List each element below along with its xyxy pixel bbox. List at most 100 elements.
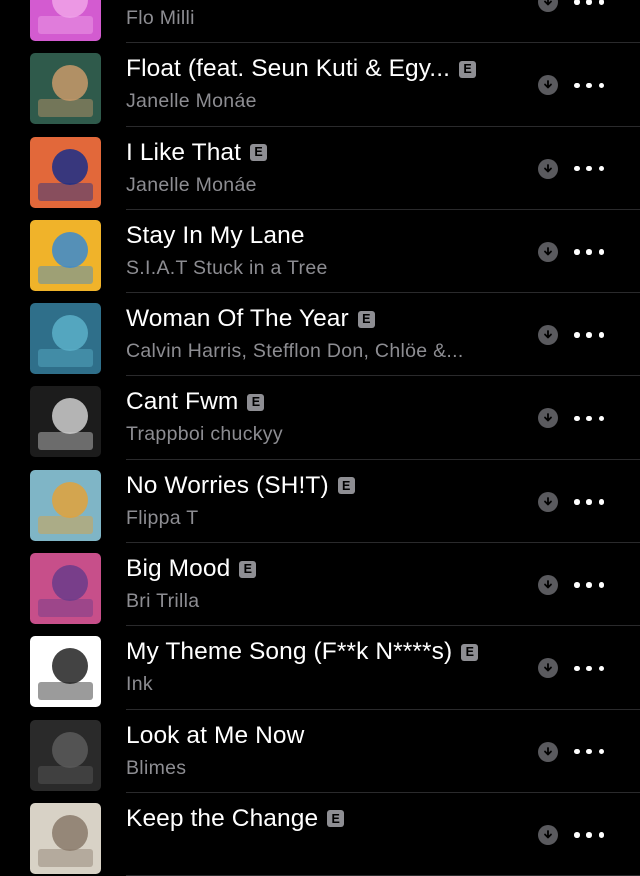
song-title: Look at Me Now — [126, 721, 305, 749]
song-title: Keep the Change — [126, 804, 319, 832]
download-icon[interactable] — [538, 575, 558, 596]
download-icon[interactable] — [538, 658, 558, 679]
song-title-line: No Worries (SH!T) E — [126, 469, 355, 503]
more-dot — [598, 832, 604, 838]
explicit-badge: E — [250, 144, 268, 162]
download-arrow-icon — [544, 830, 552, 839]
song-row[interactable]: Look at Me Now Blimes — [0, 710, 640, 793]
album-art-stay-in-my-lane[interactable] — [30, 219, 101, 291]
more-icon[interactable] — [574, 0, 604, 8]
song-title-line: Keep the Change E — [126, 802, 345, 836]
more-dot — [586, 832, 592, 838]
more-dot — [598, 0, 604, 5]
more-dot — [586, 165, 592, 172]
song-artist[interactable]: Janelle Monáe — [126, 174, 257, 197]
song-artist[interactable]: Trappboi chuckyy — [126, 423, 283, 446]
album-art-woman-of-the-year[interactable] — [30, 303, 101, 375]
explicit-badge: E — [247, 393, 265, 411]
song-title: Stay In My Lane — [126, 221, 305, 249]
download-arrow-icon — [544, 663, 552, 672]
song-title-line: Woman Of The Year E — [126, 302, 375, 336]
song-row[interactable]: Stay In My Lane S.I.A.T Stuck in a Tree — [0, 210, 640, 294]
song-row[interactable]: Float (feat. Seun Kuti & Egy... E Janell… — [0, 43, 640, 127]
download-arrow-icon — [544, 80, 552, 89]
more-dot — [586, 332, 592, 338]
song-artist[interactable]: Blimes — [126, 757, 186, 780]
song-title: Woman Of The Year — [126, 305, 349, 333]
download-icon[interactable] — [538, 0, 558, 12]
song-row[interactable]: My Theme Song (F**k N****s) E Ink — [0, 626, 640, 710]
song-title-line: I Like That E — [126, 136, 268, 170]
explicit-badge: E — [239, 560, 257, 578]
more-dot — [598, 415, 604, 422]
song-artist[interactable]: Ink — [126, 673, 153, 696]
download-icon[interactable] — [538, 408, 558, 429]
song-title: No Worries (SH!T) — [126, 471, 329, 499]
more-dot — [598, 165, 604, 172]
more-dot — [598, 499, 604, 505]
download-icon[interactable] — [538, 741, 558, 762]
download-icon[interactable] — [538, 158, 558, 179]
more-dot — [586, 582, 592, 588]
more-icon[interactable] — [574, 496, 604, 508]
song-row[interactable]: Woman Of The Year E Calvin Harris, Steff… — [0, 293, 640, 377]
more-icon[interactable] — [574, 329, 604, 341]
album-art-image — [30, 136, 101, 208]
album-art-conceited[interactable] — [30, 0, 101, 41]
song-title-line: Float (feat. Seun Kuti & Egy... E — [126, 52, 477, 86]
song-row[interactable]: Keep the Change E — [0, 793, 640, 876]
album-art-no-worries[interactable] — [30, 469, 101, 541]
album-art-i-like-that[interactable] — [30, 136, 101, 208]
song-row[interactable]: Conceited E Flo Milli — [0, 0, 640, 44]
song-artist[interactable]: Flo Milli — [126, 7, 195, 30]
song-artist[interactable]: Bri Trilla — [126, 590, 199, 613]
song-artist[interactable]: Calvin Harris, Stefflon Don, Chlöe &... — [126, 340, 464, 363]
album-art-keep-the-change[interactable] — [30, 802, 101, 874]
explicit-badge: E — [337, 477, 355, 495]
more-icon[interactable] — [574, 746, 604, 758]
album-art-image — [30, 386, 101, 458]
more-dot — [586, 0, 592, 5]
more-dot — [598, 582, 604, 588]
song-row[interactable]: No Worries (SH!T) E Flippa T — [0, 460, 640, 544]
album-art-image — [30, 469, 101, 541]
more-dot — [574, 665, 580, 672]
album-art-image — [30, 719, 101, 791]
song-title-line: Look at Me Now — [126, 719, 304, 753]
download-icon[interactable] — [538, 325, 558, 346]
more-icon[interactable] — [574, 662, 604, 674]
download-arrow-icon — [544, 580, 552, 589]
download-icon[interactable] — [538, 824, 558, 845]
album-art-float[interactable] — [30, 53, 101, 125]
download-arrow-icon — [544, 0, 552, 6]
song-artist[interactable]: Janelle Monáe — [126, 90, 257, 113]
album-art-big-mood[interactable] — [30, 553, 101, 625]
album-art-look-at-me-now[interactable] — [30, 719, 101, 791]
song-artist[interactable]: Flippa T — [126, 507, 199, 530]
download-icon[interactable] — [538, 491, 558, 512]
more-dot — [598, 249, 604, 255]
more-icon[interactable] — [574, 412, 604, 424]
album-art-my-theme-song[interactable] — [30, 636, 101, 708]
song-row[interactable]: Cant Fwm E Trappboi chuckyy — [0, 376, 640, 460]
song-list: Conceited E Flo Milli — [0, 0, 640, 876]
song-row[interactable]: I Like That E Janelle Monáe — [0, 127, 640, 210]
more-icon[interactable] — [574, 829, 604, 841]
download-arrow-icon — [544, 496, 552, 506]
album-art-image — [30, 802, 101, 874]
more-icon[interactable] — [574, 579, 604, 591]
more-dot — [598, 665, 604, 672]
more-dot — [598, 82, 604, 89]
song-artist[interactable]: S.I.A.T Stuck in a Tree — [126, 257, 328, 280]
more-icon[interactable] — [574, 246, 604, 258]
download-icon[interactable] — [538, 75, 558, 96]
download-icon[interactable] — [538, 241, 558, 262]
explicit-badge: E — [357, 310, 375, 328]
more-dot — [586, 665, 592, 672]
album-art-cant-fwm[interactable] — [30, 386, 101, 458]
more-icon[interactable] — [574, 163, 604, 175]
more-icon[interactable] — [574, 79, 604, 91]
song-row[interactable]: Big Mood E Bri Trilla — [0, 543, 640, 627]
download-arrow-icon — [544, 330, 552, 339]
more-dot — [574, 82, 580, 89]
